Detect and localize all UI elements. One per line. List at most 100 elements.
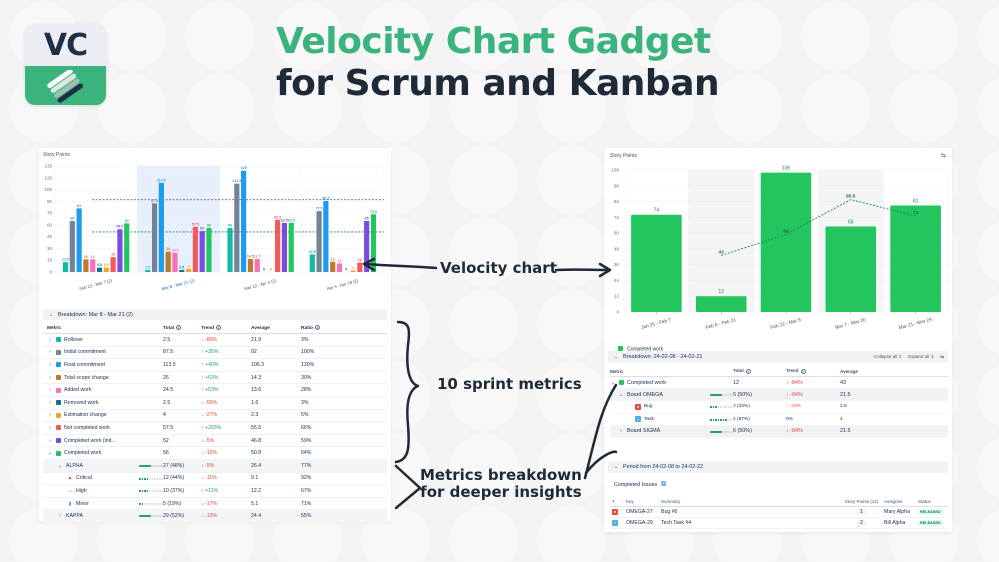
bar[interactable] (76, 208, 82, 272)
bar-value-label: 87.5 (151, 199, 158, 203)
bar[interactable] (281, 222, 288, 272)
bar[interactable] (275, 219, 281, 272)
chevron-right-icon[interactable]: › (47, 375, 53, 381)
chevron-down-icon[interactable]: ⌄ (610, 380, 616, 386)
bar[interactable] (357, 262, 363, 272)
chevron-right-icon[interactable]: › (57, 513, 63, 519)
bar[interactable] (103, 267, 109, 272)
open-external-icon[interactable]: ⧉ (661, 481, 666, 489)
bar[interactable] (96, 267, 103, 272)
chevron-right-icon[interactable]: › (47, 438, 53, 444)
bar-value-label: 12 (718, 289, 724, 295)
info-icon[interactable]: i (216, 325, 222, 331)
bar[interactable] (110, 257, 116, 272)
metric-row[interactable]: ⌄ Completed work 56 ↓ -10% 50.8 64% (43, 447, 387, 460)
chevron-right-icon[interactable]: › (47, 349, 53, 355)
x-tick-label[interactable]: Mar 8 - Mar 21 (2) (161, 278, 195, 292)
bar[interactable] (890, 205, 941, 313)
bar[interactable] (172, 252, 178, 272)
bar[interactable] (90, 259, 96, 272)
bar[interactable] (760, 172, 812, 312)
issue-key[interactable]: OMEGA-29 (626, 520, 661, 526)
chevron-right-icon[interactable]: › (47, 412, 53, 418)
bar[interactable] (124, 223, 130, 272)
bar[interactable] (117, 229, 123, 272)
breakdown-header[interactable]: ⌄ Breakdown: 24-02-08 - 24-02-21 Collaps… (608, 351, 948, 363)
bar[interactable] (62, 262, 69, 272)
bar[interactable] (254, 259, 260, 272)
metric-row[interactable]: › Estimation change 4 ↓ -27% 2.3 5% (43, 410, 387, 423)
bar[interactable] (316, 211, 322, 272)
bar[interactable] (145, 270, 151, 272)
metric-row[interactable]: › Initial commitment 87.5 ↑ +35% 92 100% (43, 347, 387, 360)
chevron-down-icon[interactable]: ⌄ (57, 463, 63, 469)
group-row[interactable]: ⌄ ALPHA 27 (48%) ↓ -5% 26.4 77% (43, 459, 387, 473)
bar[interactable] (192, 226, 198, 272)
metric-row[interactable]: › Completed work (init... 52 ↓ -5% 46.8 59% (43, 435, 387, 448)
bar[interactable] (323, 200, 329, 272)
chevron-down-icon[interactable]: ⌄ (618, 392, 624, 398)
info-icon[interactable]: i (176, 325, 182, 331)
group-row[interactable]: › KAPPA 29 (52%) ↓ -13% 24.4 55% (43, 510, 387, 523)
priority-row[interactable]: ▮ Minor 5 (19%) ↓ -17% 5.1 71% (43, 498, 387, 511)
bar[interactable] (206, 228, 212, 272)
metric-row[interactable]: › Not completed work 57.5 ↑ +203% 55.5 66% (43, 422, 387, 435)
bar[interactable] (370, 214, 377, 272)
expand-all-button[interactable]: Expand all ⇕ (908, 354, 934, 360)
trend-cell: ↑ +11% (201, 487, 219, 494)
breakdown-row[interactable]: ● Bug 2 (33%) ↓ -43% 2.8 (610, 401, 948, 414)
metric-row[interactable]: › Added work 24.5 ↑ +53% 13.6 28% (43, 384, 387, 397)
bar[interactable] (330, 261, 336, 272)
bar[interactable] (631, 214, 682, 312)
average-point-label: 73 (913, 210, 919, 216)
chevron-right-icon[interactable]: › (47, 387, 53, 393)
bar[interactable] (158, 182, 164, 272)
bar[interactable] (241, 170, 247, 272)
bar[interactable] (69, 220, 75, 272)
breakdown-header[interactable]: ⌄ Breakdown: Mar 8 - Mar 21 (2) (43, 309, 387, 320)
info-icon[interactable]: i (315, 325, 320, 331)
breakdown-row[interactable]: › Board SIGMA 6 (50%) ↓ -84% 21.5 (610, 425, 948, 438)
bar[interactable] (83, 259, 89, 272)
metric-row[interactable]: › Final commitment 113.5 ↑ +40% 106.3 130% (43, 359, 387, 372)
chevron-right-icon[interactable]: › (618, 428, 624, 434)
chevron-right-icon[interactable]: › (47, 337, 53, 343)
bar[interactable] (350, 270, 356, 272)
collapse-all-button[interactable]: Collapse all ⇕ (874, 354, 902, 360)
settings-icon[interactable]: ⇆ (940, 354, 944, 360)
bar[interactable] (199, 231, 205, 272)
issue-summary[interactable]: Bug #6 (661, 509, 839, 515)
bar[interactable] (288, 222, 294, 272)
bar[interactable] (227, 228, 233, 272)
bar[interactable] (165, 251, 171, 272)
bar[interactable] (695, 296, 747, 312)
breakdown-row[interactable]: ⌄ Board OMEGA 6 (50%) ↓ -84% 21.5 (610, 389, 948, 402)
issue-summary[interactable]: Tech Task #4 (661, 520, 839, 526)
info-icon[interactable]: i (745, 368, 751, 374)
bar[interactable] (364, 220, 370, 272)
chevron-down-icon[interactable]: ⌄ (47, 450, 53, 456)
priority-row[interactable]: ︿ High 10 (37%) ↑ +11% 12.2 67% (43, 485, 387, 498)
metric-row[interactable]: › Rollover 2.5 ↓ -80% 21.9 3% (43, 334, 387, 347)
chevron-right-icon[interactable]: › (47, 362, 53, 368)
issue-key[interactable]: OMEGA-27 (626, 509, 661, 515)
period-header[interactable]: ⌄ Period from 24-02-08 to 24-02-22 (608, 461, 948, 473)
metric-row[interactable]: › Total scope change 26 ↑ +63% 14.3 30% (43, 372, 387, 385)
breakdown-row[interactable]: ⌄ Completed work 12 ↓ -84% 43 (610, 377, 948, 390)
bar[interactable] (309, 254, 315, 272)
breakdown-row[interactable]: ✓ Task 4 (67%) 0% 4 (610, 414, 948, 426)
metric-row[interactable]: › Removed work 2.5 ↓ -55% 1.6 3% (43, 397, 387, 410)
chevron-right-icon[interactable]: › (47, 425, 53, 431)
bar[interactable] (247, 259, 254, 272)
bar[interactable] (179, 270, 185, 272)
bar[interactable] (234, 183, 240, 272)
info-icon[interactable]: i (800, 368, 806, 374)
priority-row[interactable]: ▲ Critical 12 (44%) ↓ -11% 9.1 92% (43, 473, 387, 486)
bar[interactable] (825, 226, 877, 312)
chevron-right-icon[interactable]: › (47, 400, 53, 406)
bar[interactable] (151, 203, 158, 272)
issue-row[interactable]: ● OMEGA-27 Bug #6 1 Mary Alpha RELEASED (610, 507, 948, 518)
issue-row[interactable]: ✓ OMEGA-29 Tech Task #4 2 Bill Alpha RELEASED (610, 518, 948, 529)
bar[interactable] (336, 263, 343, 272)
bar[interactable] (185, 268, 192, 272)
